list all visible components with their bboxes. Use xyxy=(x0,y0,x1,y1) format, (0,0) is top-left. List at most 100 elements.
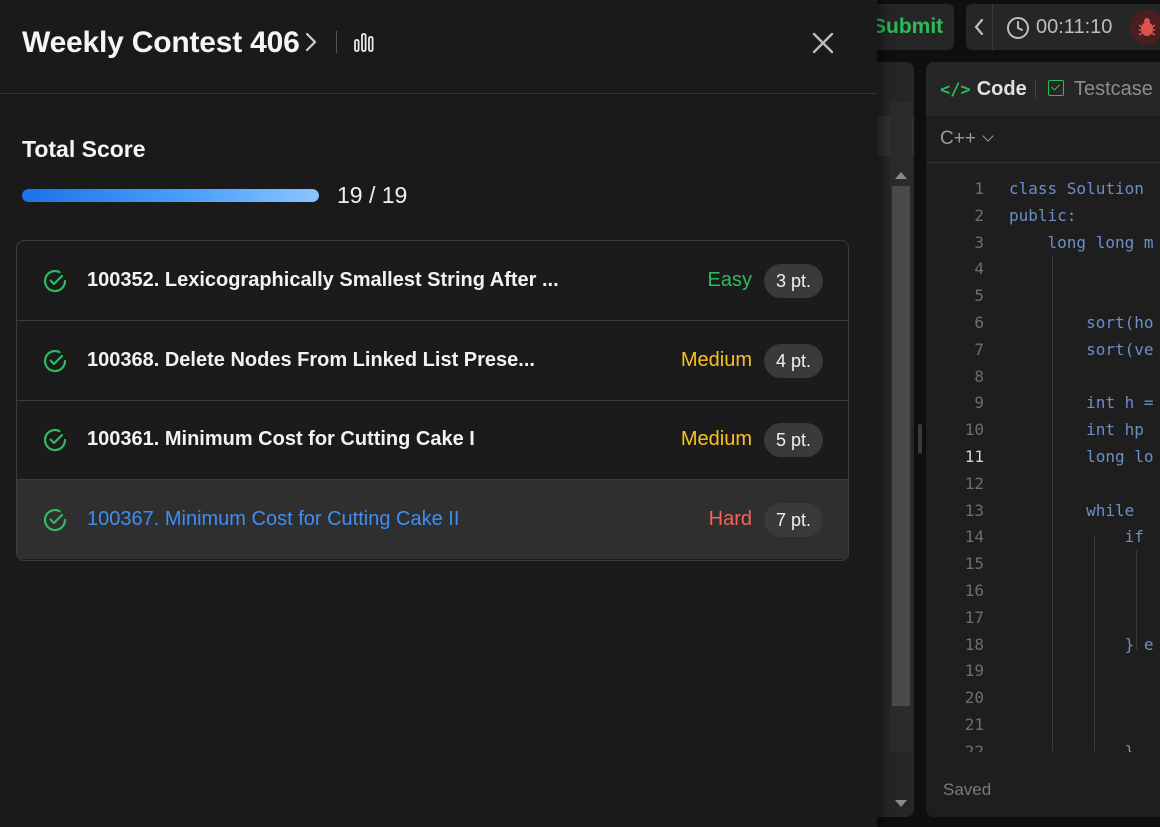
problem-row[interactable]: 100368. Delete Nodes From Linked List Pr… xyxy=(17,321,848,401)
line-number: 18 xyxy=(964,634,984,654)
code-line[interactable]: 6 sort(ho xyxy=(926,310,1160,337)
points-badge: 7 pt. xyxy=(763,502,823,537)
line-number: 10 xyxy=(964,420,984,440)
tab-testcase[interactable]: Testcase xyxy=(1048,62,1153,116)
points-badge: 4 pt. xyxy=(763,343,823,378)
code-line[interactable]: 2 public: xyxy=(926,203,1160,230)
code-line[interactable]: 1 class Solution xyxy=(926,176,1160,203)
code-line[interactable]: 22 } xyxy=(926,739,1160,752)
line-number: 15 xyxy=(964,554,984,574)
line-number: 3 xyxy=(974,232,984,252)
submit-button[interactable]: Submit xyxy=(866,4,954,50)
points-badge: 3 pt. xyxy=(763,264,823,298)
code-line[interactable]: 3 long long m xyxy=(926,230,1160,257)
header-divider xyxy=(336,31,337,53)
timer-collapse-button[interactable] xyxy=(966,4,993,50)
score-progress-fill xyxy=(22,189,319,202)
code-line[interactable]: 8 xyxy=(926,364,1160,391)
code-line[interactable]: 7 sort(ve xyxy=(926,337,1160,364)
check-circle-icon xyxy=(43,349,67,372)
code-text: int hp xyxy=(1009,420,1144,440)
code-line[interactable]: 4 xyxy=(926,256,1160,283)
code-line[interactable]: 20 xyxy=(926,685,1160,712)
line-number: 13 xyxy=(964,500,984,520)
score-value: 19 / 19 xyxy=(337,182,408,208)
code-area[interactable]: 1 class Solution 2 public: 3 long long m456 … xyxy=(926,176,1160,752)
line-number: 21 xyxy=(964,714,984,734)
code-line[interactable]: 14 if xyxy=(926,524,1160,551)
pane-resize-handle[interactable] xyxy=(918,424,922,454)
problem-title[interactable]: 100367. Minimum Cost for Cutting Cake II xyxy=(87,480,459,559)
problem-list: 100352. Lexicographically Smallest Strin… xyxy=(16,240,849,561)
indent-guide xyxy=(1052,255,1053,751)
code-line[interactable]: 5 xyxy=(926,283,1160,310)
contest-title[interactable]: Weekly Contest 406 xyxy=(22,26,300,60)
scrollbar-thumb[interactable] xyxy=(892,186,910,706)
close-icon[interactable] xyxy=(808,28,838,58)
code-editor-pane: </> Code Testcase C++ 1 class Solution 2 pub… xyxy=(926,62,1160,817)
timer-readout[interactable]: 00:11:10 xyxy=(1036,4,1112,50)
tab-divider xyxy=(1035,79,1036,99)
check-circle-icon xyxy=(43,508,67,531)
code-line[interactable]: 17 xyxy=(926,605,1160,632)
code-text: } xyxy=(1009,741,1135,752)
code-line[interactable]: 18 } e xyxy=(926,632,1160,659)
tab-testcase-label: Testcase xyxy=(1074,78,1153,100)
code-text: if xyxy=(1009,527,1144,547)
problem-row[interactable]: 100352. Lexicographically Smallest Strin… xyxy=(17,241,848,321)
line-number: 16 xyxy=(964,580,984,600)
code-text: public: xyxy=(1009,205,1077,225)
code-line[interactable]: 9 int h = xyxy=(926,390,1160,417)
line-number: 11 xyxy=(964,446,984,466)
problem-title[interactable]: 100352. Lexicographically Smallest Strin… xyxy=(87,241,559,320)
code-text: class Solution xyxy=(1009,179,1144,198)
clock-icon xyxy=(1007,17,1029,39)
code-line[interactable]: 13 while xyxy=(926,498,1160,525)
code-line[interactable]: 12 xyxy=(926,471,1160,498)
problem-title[interactable]: 100368. Delete Nodes From Linked List Pr… xyxy=(87,321,535,400)
line-number: 4 xyxy=(974,259,984,279)
language-bar: C++ xyxy=(926,116,1160,163)
difficulty-label: Hard xyxy=(708,507,752,530)
chevron-left-icon xyxy=(974,18,984,36)
line-number: 5 xyxy=(974,286,984,306)
code-line[interactable]: 10 int hp xyxy=(926,417,1160,444)
indent-guide xyxy=(1094,536,1095,751)
bar-chart-icon[interactable] xyxy=(353,31,375,53)
line-number: 6 xyxy=(974,312,984,332)
line-number: 22 xyxy=(964,741,984,752)
tab-code[interactable]: </> Code xyxy=(940,62,1027,116)
code-line[interactable]: 15 xyxy=(926,551,1160,578)
code-line[interactable]: 19 xyxy=(926,658,1160,685)
total-score-label: Total Score xyxy=(22,136,146,162)
debug-button[interactable] xyxy=(1130,10,1160,44)
code-text: long long m xyxy=(1009,232,1154,252)
line-number: 19 xyxy=(964,661,984,681)
scroll-down-arrow[interactable] xyxy=(895,800,907,807)
code-text: while xyxy=(1009,500,1135,520)
code-line[interactable]: 21 xyxy=(926,712,1160,739)
score-progress-bar xyxy=(22,189,319,202)
problem-row[interactable]: 100361. Minimum Cost for Cutting Cake I M… xyxy=(17,400,848,480)
line-number: 12 xyxy=(964,473,984,493)
tab-code-label: Code xyxy=(976,78,1027,100)
difficulty-label: Medium xyxy=(680,428,752,450)
line-number: 17 xyxy=(964,607,984,627)
difficulty-label: Easy xyxy=(707,269,752,291)
chevron-right-icon[interactable] xyxy=(303,30,319,54)
scroll-up-arrow[interactable] xyxy=(895,172,907,179)
code-text: sort(ho xyxy=(1009,312,1154,332)
line-number: 8 xyxy=(974,366,984,386)
language-select[interactable]: C++ xyxy=(940,116,994,162)
problem-row[interactable]: 100367. Minimum Cost for Cutting Cake II… xyxy=(17,479,848,559)
problem-title[interactable]: 100361. Minimum Cost for Cutting Cake I xyxy=(87,400,475,479)
code-line[interactable]: 16 xyxy=(926,578,1160,605)
chevron-down-icon xyxy=(982,130,994,142)
code-text: sort(ve xyxy=(1009,339,1154,359)
line-number: 1 xyxy=(974,179,984,198)
difficulty-label: Medium xyxy=(680,348,752,371)
bug-icon xyxy=(1138,18,1156,36)
check-circle-icon xyxy=(43,269,67,293)
line-number: 7 xyxy=(974,339,984,359)
code-line[interactable]: 11 long lo xyxy=(926,444,1160,471)
